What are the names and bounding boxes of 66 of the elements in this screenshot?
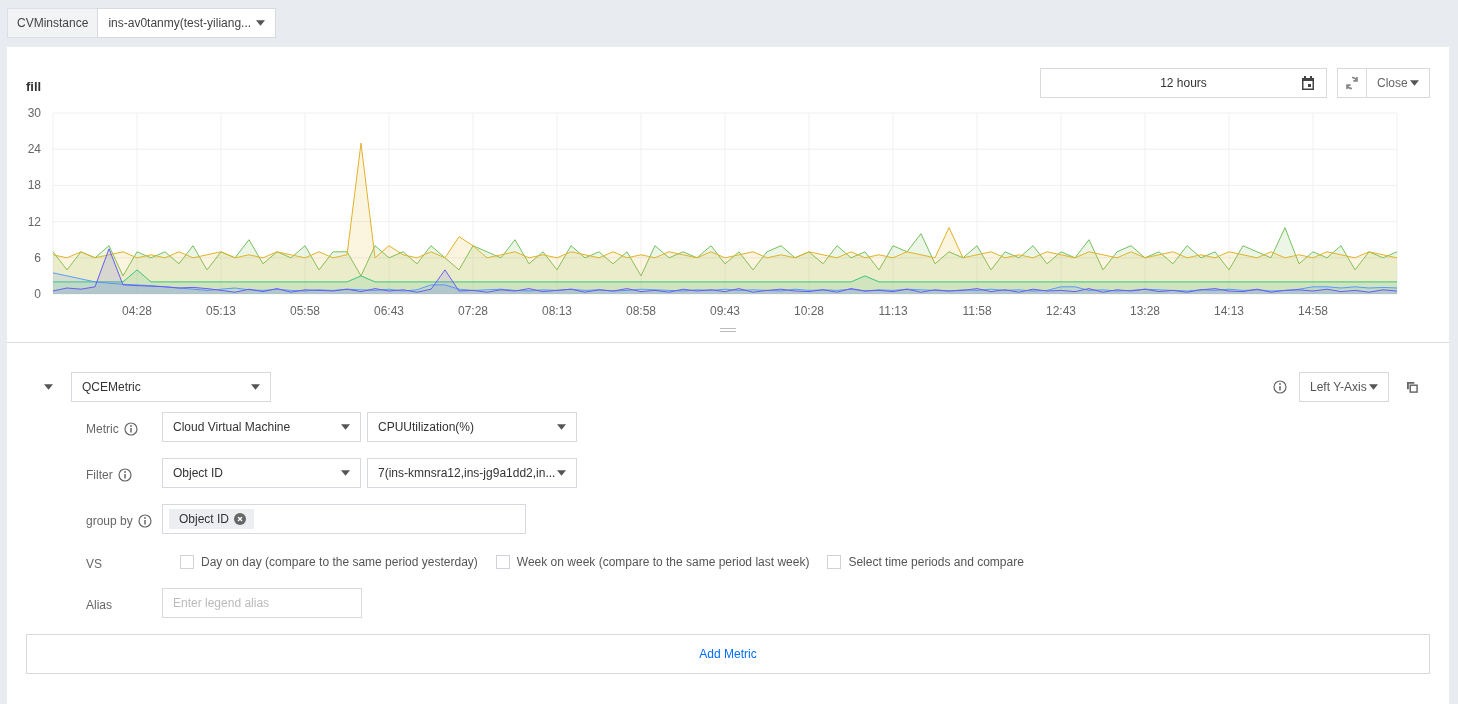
caret-icon bbox=[251, 384, 260, 390]
checkbox[interactable] bbox=[495, 555, 510, 569]
panel-title: fill bbox=[26, 79, 42, 94]
field-label: VS bbox=[86, 557, 102, 571]
instance-select[interactable]: ins-av0tanmy(test-yiliang... bbox=[97, 8, 277, 38]
info-icon[interactable] bbox=[117, 468, 132, 482]
refresh-button[interactable] bbox=[1337, 67, 1367, 98]
caret-icon bbox=[341, 424, 350, 430]
x-axis-label: 14:13 bbox=[1214, 304, 1244, 318]
info-icon[interactable] bbox=[137, 514, 152, 528]
remove-icon[interactable] bbox=[234, 513, 246, 525]
y-axis-label: 6 bbox=[34, 250, 41, 265]
caret-icon bbox=[557, 424, 566, 430]
x-axis-label: 08:13 bbox=[542, 304, 572, 318]
y-axis-label: 18 bbox=[27, 178, 41, 193]
dropdown-select[interactable]: CPUUtilization(%) bbox=[367, 412, 577, 442]
x-axis-label: 11:13 bbox=[878, 304, 908, 318]
compare-checkbox[interactable]: Select time periods and compare bbox=[827, 555, 1024, 569]
y-axis-label: 0 bbox=[34, 286, 41, 301]
calendar-icon bbox=[1301, 75, 1315, 90]
refresh-interval-select[interactable]: Close bbox=[1367, 67, 1430, 98]
instance-label: CVMinstance bbox=[7, 8, 98, 38]
dropdown-select[interactable]: Cloud Virtual Machine bbox=[162, 412, 361, 442]
x-axis-label: 11:58 bbox=[962, 304, 992, 318]
x-axis-label: 10:28 bbox=[794, 304, 824, 318]
time-range-picker[interactable]: 12 hours bbox=[1040, 67, 1327, 98]
dropdown-select[interactable]: 7(ins-kmnsra12,ins-jg9a1dd2,in... bbox=[367, 458, 577, 488]
x-axis-label: 08:58 bbox=[626, 304, 656, 318]
caret-icon bbox=[341, 470, 350, 476]
field-label: Alias bbox=[86, 598, 112, 612]
copy-icon[interactable] bbox=[1407, 381, 1418, 393]
x-axis-label: 05:58 bbox=[290, 304, 320, 318]
caret-icon bbox=[1410, 79, 1419, 86]
y-axis-label: 12 bbox=[27, 214, 41, 229]
caret-icon bbox=[256, 20, 266, 26]
caret-icon bbox=[1369, 384, 1378, 390]
x-axis-label: 06:43 bbox=[374, 304, 404, 318]
compare-checkbox[interactable]: Week on week (compare to the same period last week) bbox=[495, 555, 810, 569]
resize-handle-icon[interactable] bbox=[720, 328, 736, 332]
field-label: Filter bbox=[86, 468, 113, 482]
x-axis-label: 04:28 bbox=[122, 304, 152, 318]
alias-input-field[interactable]: Enter legend alias bbox=[162, 588, 362, 618]
y-axis-label: 30 bbox=[27, 106, 41, 120]
y-axis-select[interactable]: Left Y-Axis bbox=[1299, 372, 1389, 402]
field-label: Metric bbox=[86, 422, 119, 436]
x-axis-label: 14:58 bbox=[1298, 304, 1328, 318]
x-axis-label: 12:43 bbox=[1046, 304, 1076, 318]
info-icon[interactable] bbox=[1273, 380, 1287, 394]
y-axis-label: 24 bbox=[27, 142, 41, 157]
x-axis-label: 07:28 bbox=[458, 304, 488, 318]
tag-chip: Object ID bbox=[169, 509, 254, 529]
refresh-icon bbox=[1345, 75, 1359, 90]
checkbox[interactable] bbox=[827, 555, 842, 569]
x-axis-label: 13:28 bbox=[1130, 304, 1160, 318]
add-metric-button[interactable]: Add Metric bbox=[26, 634, 1430, 674]
dropdown-select[interactable]: Object ID bbox=[162, 458, 361, 488]
tag-input-field[interactable]: Object ID bbox=[162, 504, 526, 534]
x-axis-label: 05:13 bbox=[206, 304, 236, 318]
collapse-toggle-icon[interactable] bbox=[44, 384, 53, 390]
info-icon[interactable] bbox=[123, 422, 138, 436]
data-source-select[interactable]: QCEMetric bbox=[71, 372, 271, 402]
field-label: group by bbox=[86, 514, 133, 528]
x-axis-label: 09:43 bbox=[710, 304, 740, 318]
checkbox[interactable] bbox=[180, 555, 194, 569]
compare-checkbox[interactable]: Day on day (compare to the same period yesterday) bbox=[180, 555, 478, 569]
caret-icon bbox=[557, 470, 566, 476]
